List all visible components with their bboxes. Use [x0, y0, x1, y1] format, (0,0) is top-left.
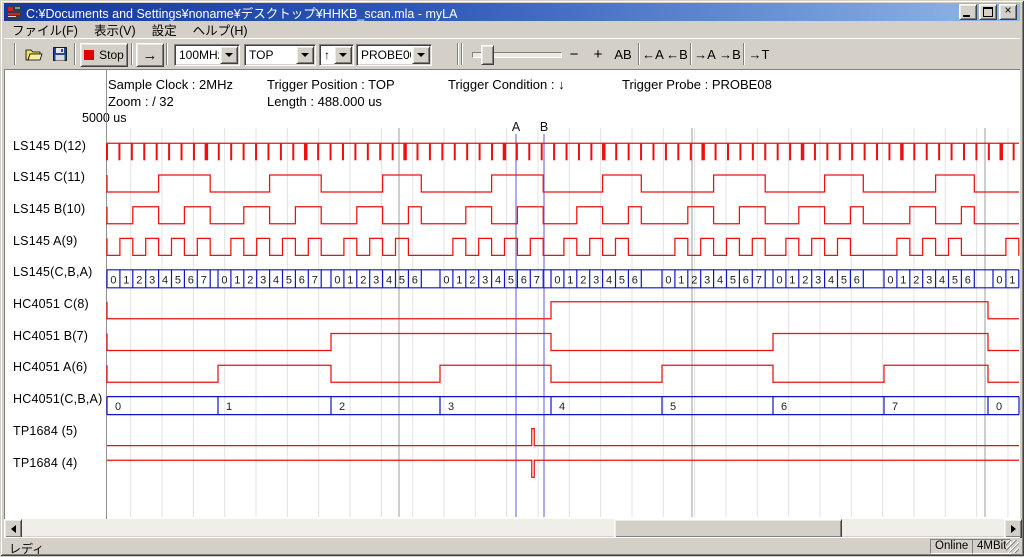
toolbar-separator: [131, 43, 133, 65]
zoom-slider-thumb[interactable]: [481, 45, 494, 65]
scroll-left-icon: [11, 525, 16, 533]
maximize-button[interactable]: [979, 4, 997, 20]
minimize-icon: [963, 15, 970, 17]
channel-label: LS145(C,B,A): [13, 265, 93, 285]
trigger-probe-value: PROBE00: [357, 48, 411, 62]
goto-cursor-a-right-button[interactable]: →A: [694, 43, 716, 65]
channel-label: TP1684 (5): [13, 424, 78, 444]
trigger-probe-info: Trigger Probe : PROBE08: [622, 77, 772, 92]
sample-clock-combo[interactable]: 100MHz: [174, 44, 240, 66]
trigger-position-info: Trigger Position : TOP: [267, 77, 395, 92]
sample-clock-value: 100MHz: [175, 48, 219, 62]
horizontal-scrollbar: [4, 519, 1020, 536]
scroll-right-icon: [1011, 525, 1016, 533]
run-arrow-icon: →: [143, 47, 158, 64]
length-info: Length : 488.000 us: [267, 94, 382, 109]
toolbar-separator: [690, 43, 692, 65]
channel-label: LS145 C(11): [13, 170, 85, 190]
resize-grip[interactable]: [1006, 540, 1019, 553]
goto-cursor-a-left-button[interactable]: ←A: [642, 43, 664, 65]
save-button[interactable]: [48, 43, 72, 65]
toolbar-separator: [74, 43, 76, 65]
sample-clock-info: Sample Clock : 2MHz: [108, 77, 233, 92]
goto-trigger-button[interactable]: →T: [748, 43, 770, 65]
timebase-label: 5000 us: [82, 111, 126, 125]
channel-label: HC4051 B(7): [13, 329, 88, 349]
trigger-edge-value: ↑: [320, 48, 333, 62]
menubar: ファイル(F) 表示(V) 設定 ヘルプ(H): [4, 21, 1020, 38]
close-button[interactable]: ×: [999, 4, 1017, 20]
zoom-in-button[interactable]: +: [590, 43, 606, 65]
goto-cursor-b-left-button[interactable]: ←B: [666, 43, 688, 65]
toolbar-separator: [743, 43, 745, 65]
chevron-down-icon[interactable]: [412, 46, 430, 64]
scroll-right-button[interactable]: [1004, 519, 1022, 538]
menu-item-help[interactable]: ヘルプ(H): [185, 19, 256, 40]
scroll-left-button[interactable]: [4, 519, 22, 538]
open-folder-icon: [25, 47, 43, 61]
toolbar-separator: [166, 43, 168, 65]
status-text: レディ: [9, 540, 44, 557]
channel-label: HC4051 C(8): [13, 297, 89, 317]
trigger-probe-combo[interactable]: PROBE00: [356, 44, 432, 66]
statusbar: レディ Online 4MBit: [4, 537, 1020, 554]
floppy-disk-icon: [53, 47, 67, 61]
zoom-info: Zoom : / 32: [108, 94, 174, 109]
menu-item-view[interactable]: 表示(V): [86, 19, 144, 40]
channel-label: TP1684 (4): [13, 456, 78, 476]
menu-item-file[interactable]: ファイル(F): [4, 19, 86, 40]
close-icon: ×: [1004, 3, 1011, 17]
chevron-down-icon[interactable]: [296, 46, 314, 64]
channel-label: HC4051(C,B,A): [13, 392, 102, 412]
trigger-edge-combo[interactable]: ↑: [319, 44, 354, 66]
maximize-icon: [983, 7, 993, 17]
scrollbar-thumb[interactable]: [614, 519, 842, 538]
online-status-badge: Online: [930, 539, 973, 554]
channel-label: LS145 D(12): [13, 139, 86, 159]
channel-label: LS145 A(9): [13, 234, 78, 254]
channel-label: HC4051 A(6): [13, 360, 87, 380]
toolbar-separator: [638, 43, 640, 65]
stop-label: Stop: [99, 48, 124, 62]
channel-label: LS145 B(10): [13, 202, 85, 222]
chevron-down-icon[interactable]: [220, 46, 238, 64]
menu-item-settings[interactable]: 設定: [144, 19, 185, 40]
toolbar-separator: [14, 43, 16, 65]
toolbar-separator: [457, 43, 459, 65]
app-icon: [7, 5, 21, 19]
minimize-button[interactable]: [959, 4, 977, 20]
chevron-down-icon[interactable]: [334, 46, 352, 64]
toolbar-separator: [461, 43, 463, 65]
trigger-position-combo[interactable]: TOP: [244, 44, 316, 66]
stop-icon: [84, 50, 94, 60]
plot-area[interactable]: [107, 69, 1016, 519]
trigger-condition-info: Trigger Condition : ↓: [448, 77, 565, 92]
trigger-position-value: TOP: [245, 48, 295, 62]
stop-button[interactable]: Stop: [80, 43, 128, 67]
goto-cursor-b-right-button[interactable]: →B: [719, 43, 741, 65]
zoom-ab-button[interactable]: AB: [610, 43, 636, 65]
open-file-button[interactable]: [22, 43, 46, 65]
zoom-out-button[interactable]: −: [566, 43, 582, 65]
toolbar: Stop → 100MHz TOP ↑ PROBE00 − + AB ←A ←B…: [4, 38, 1020, 70]
run-button[interactable]: →: [136, 43, 164, 67]
